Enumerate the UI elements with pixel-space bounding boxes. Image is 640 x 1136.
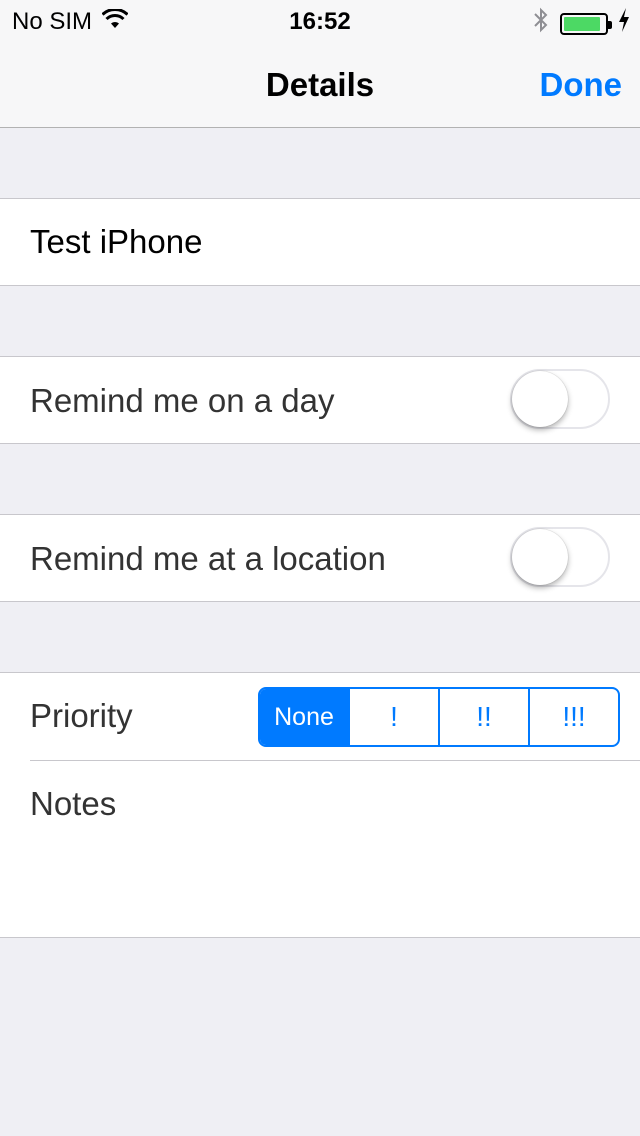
remind-day-cell: Remind me on a day — [0, 356, 640, 444]
reminder-title-field[interactable]: Test iPhone — [30, 223, 202, 261]
navigation-bar: Details Done — [0, 40, 640, 128]
priority-option-high[interactable]: !!! — [528, 689, 618, 745]
toggle-knob — [512, 371, 568, 427]
battery-fill — [564, 16, 600, 31]
battery-tip — [608, 20, 612, 29]
remind-day-toggle[interactable] — [510, 369, 610, 429]
top-bar: No SIM 16:52 Details Done — [0, 0, 640, 128]
remind-location-label: Remind me at a location — [30, 540, 386, 577]
priority-notes-group: Priority None ! !! !!! Notes — [0, 672, 640, 938]
charging-bolt-icon — [618, 8, 630, 39]
priority-option-low[interactable]: ! — [348, 689, 438, 745]
priority-label: Priority — [30, 697, 133, 734]
remind-location-toggle[interactable] — [510, 527, 610, 587]
done-button[interactable]: Done — [540, 66, 623, 104]
priority-segmented-control[interactable]: None ! !! !!! — [258, 687, 620, 747]
status-right-group — [532, 6, 630, 41]
notes-field[interactable]: Notes — [30, 785, 116, 823]
remind-day-label: Remind me on a day — [30, 382, 335, 419]
row-divider — [30, 760, 640, 761]
battery-icon — [560, 12, 612, 35]
toggle-knob — [512, 529, 568, 585]
remind-location-cell: Remind me at a location — [0, 514, 640, 602]
title-cell[interactable]: Test iPhone — [0, 198, 640, 286]
priority-option-none[interactable]: None — [260, 689, 348, 745]
bluetooth-icon — [532, 6, 550, 41]
priority-option-medium[interactable]: !! — [438, 689, 528, 745]
status-bar: No SIM 16:52 — [0, 0, 640, 40]
